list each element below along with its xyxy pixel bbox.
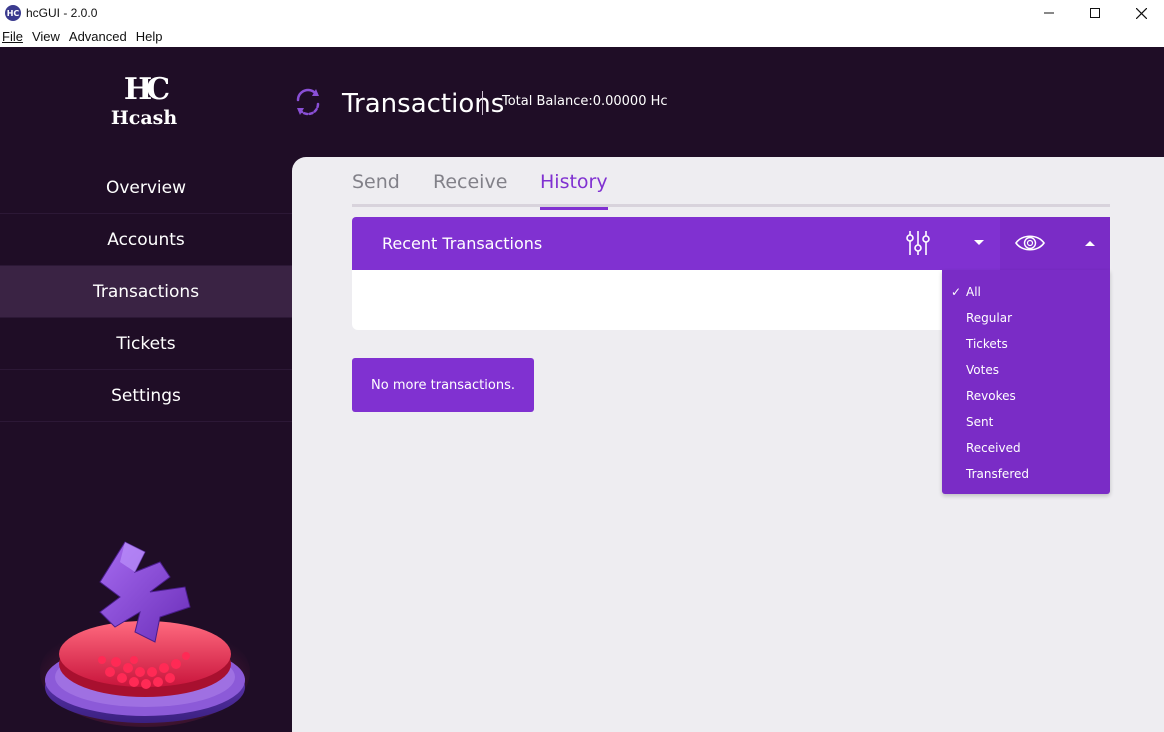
hcash-coin-illustration	[40, 541, 250, 727]
refresh-icon[interactable]	[292, 86, 324, 118]
window-titlebar: HC hcGUI - 2.0.0	[0, 0, 1164, 26]
view-toggle-button[interactable]	[1000, 217, 1110, 270]
main-content: Send Receive History Recent Transactions	[292, 157, 1164, 732]
menu-advanced[interactable]: Advanced	[66, 29, 133, 44]
transaction-type-dropdown: ✓ All Regular Tickets Votes Revokes Sent…	[942, 270, 1110, 494]
app-window: HC Hcash Overview Accounts Transactions …	[0, 47, 1164, 732]
logo-text: Hcash	[110, 107, 178, 129]
sidebar-item-transactions[interactable]: Transactions	[0, 266, 292, 318]
close-icon[interactable]	[1118, 0, 1164, 26]
menu-view[interactable]: View	[29, 29, 66, 44]
check-icon: ✓	[951, 285, 962, 299]
dropdown-item-regular[interactable]: Regular	[942, 305, 1110, 331]
menu-file[interactable]: File	[0, 29, 29, 44]
sliders-icon[interactable]	[904, 229, 932, 257]
hcash-logo: HC Hcash	[0, 72, 288, 130]
page-header: Transactions Total Balance:0.00000 Hc	[292, 47, 1164, 157]
minimize-icon[interactable]	[1026, 0, 1072, 26]
sidebar-item-overview[interactable]: Overview	[0, 162, 292, 214]
tab-bar: Send Receive History	[352, 167, 1110, 210]
sidebar-item-settings[interactable]: Settings	[0, 370, 292, 422]
window-controls	[1026, 0, 1164, 26]
tab-history[interactable]: History	[540, 171, 608, 210]
dropdown-item-tickets[interactable]: Tickets	[942, 331, 1110, 357]
hc-logo-icon: HC	[5, 5, 21, 21]
window-title: hcGUI - 2.0.0	[26, 6, 98, 20]
recent-transactions-header: Recent Transactions	[352, 217, 1000, 270]
dropdown-item-votes[interactable]: Votes	[942, 357, 1110, 383]
sidebar-item-accounts[interactable]: Accounts	[0, 214, 292, 266]
page-title: Transactions	[342, 89, 505, 119]
sidebar: HC Hcash Overview Accounts Transactions …	[0, 47, 292, 732]
menu-bar: File View Advanced Help	[0, 26, 1164, 47]
panel-title: Recent Transactions	[382, 234, 543, 253]
sidebar-nav: Overview Accounts Transactions Tickets S…	[0, 162, 292, 422]
maximize-icon[interactable]	[1072, 0, 1118, 26]
tab-receive[interactable]: Receive	[433, 171, 507, 207]
menu-help[interactable]: Help	[133, 29, 169, 44]
dropdown-item-received[interactable]: Received	[942, 435, 1110, 461]
title-divider	[482, 91, 483, 115]
chevron-down-icon[interactable]	[974, 240, 984, 245]
dropdown-item-transfered[interactable]: Transfered	[942, 461, 1110, 487]
dropdown-item-revokes[interactable]: Revokes	[942, 383, 1110, 409]
total-balance: Total Balance:0.00000 Hc	[502, 94, 668, 109]
chevron-up-icon[interactable]	[1085, 241, 1095, 246]
tab-send[interactable]: Send	[352, 171, 400, 207]
dropdown-item-label: All	[966, 285, 981, 299]
dropdown-item-sent[interactable]: Sent	[942, 409, 1110, 435]
no-more-transactions-notice: No more transactions.	[352, 358, 534, 412]
sidebar-item-tickets[interactable]: Tickets	[0, 318, 292, 370]
eye-icon	[1015, 235, 1045, 251]
dropdown-item-all[interactable]: ✓ All	[942, 279, 1110, 305]
hc-logo-mark: HC	[123, 72, 170, 107]
